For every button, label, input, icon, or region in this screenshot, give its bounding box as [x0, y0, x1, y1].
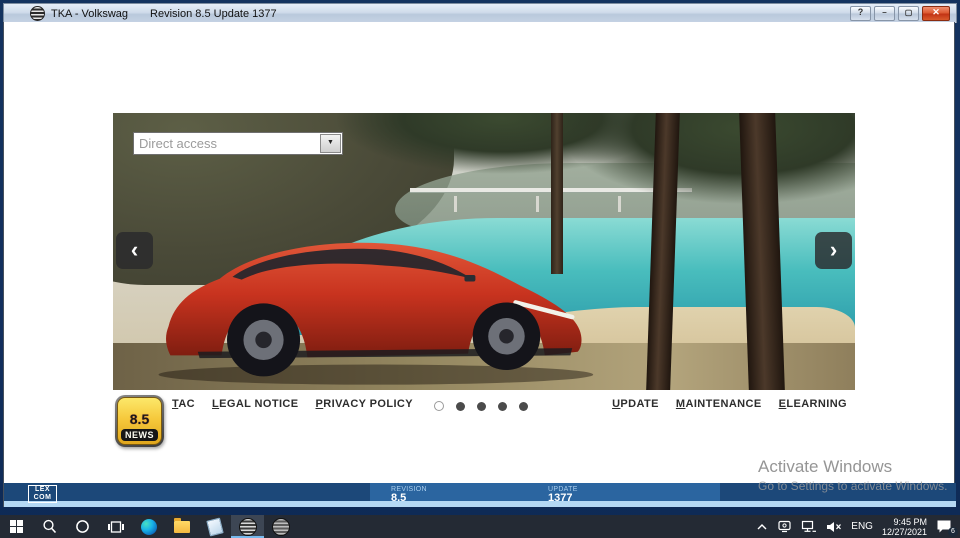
news-badge-version: 8.5: [129, 411, 150, 427]
volume-muted-icon[interactable]: [826, 521, 842, 533]
carousel-dot[interactable]: [498, 401, 507, 411]
car-image: [158, 242, 593, 385]
action-center-button[interactable]: 6: [936, 519, 958, 537]
task-view-button[interactable]: [99, 515, 132, 538]
etka-icon: [238, 517, 257, 536]
file-explorer-button[interactable]: [165, 515, 198, 538]
help-button[interactable]: ?: [850, 6, 871, 21]
link-legal-notice[interactable]: LEGAL NOTICE: [212, 398, 299, 410]
taskbar-clock[interactable]: 9:45 PM 12/27/2021: [882, 517, 927, 537]
carousel-dot[interactable]: [477, 401, 486, 411]
chevron-down-icon[interactable]: ▼: [320, 134, 341, 153]
task-view-icon: [107, 520, 124, 533]
notification-count-badge: 6: [948, 526, 958, 537]
start-button[interactable]: [0, 515, 33, 538]
link-elearning[interactable]: ELEARNING: [779, 398, 847, 410]
carousel-dot[interactable]: [456, 401, 465, 411]
window-titlebar[interactable]: TKA - Volkswag Revision 8.5 Update 1377 …: [3, 3, 957, 23]
desktop: TKA - Volkswag Revision 8.5 Update 1377 …: [0, 0, 960, 538]
activate-windows-watermark-sub: Go to Settings to activate Windows.: [758, 479, 948, 493]
cortana-button[interactable]: [66, 515, 99, 538]
update-value: 1377: [548, 492, 573, 504]
etka-app-button[interactable]: [264, 515, 297, 538]
hero-carousel: Direct access ▼ ‹ ›: [113, 113, 855, 390]
revision-value: 8.5: [391, 492, 407, 504]
carousel-dot[interactable]: [434, 401, 444, 411]
carousel-dot[interactable]: [519, 401, 528, 411]
maximize-button[interactable]: ▢: [898, 6, 919, 21]
lexcom-logo: LEX COM: [28, 485, 57, 503]
footer-links-left: TAC LEGAL NOTICE PRIVACY POLICY: [172, 398, 413, 410]
notes-app-button[interactable]: [198, 515, 231, 538]
carousel-next-button[interactable]: ›: [815, 232, 852, 269]
network-icon[interactable]: [801, 520, 817, 533]
etka-icon: [271, 517, 290, 536]
news-badge-label: NEWS: [121, 429, 158, 441]
link-update[interactable]: UPDATE: [612, 398, 659, 410]
chevron-left-icon: ‹: [130, 237, 139, 262]
news-badge[interactable]: 8.5 NEWS: [115, 395, 164, 447]
status-bar-stripe: [4, 501, 956, 507]
cortana-icon: [76, 520, 89, 533]
revision-status: REVISION 8.5: [391, 485, 427, 504]
direct-access-value[interactable]: Direct access: [134, 134, 320, 153]
footer-links-right: UPDATE MAINTENANCE ELEARNING: [612, 398, 847, 410]
language-indicator[interactable]: ENG: [851, 521, 873, 532]
activate-windows-watermark: Activate Windows: [758, 457, 893, 476]
carousel-dots: [434, 401, 528, 411]
window-title-app: TKA - Volkswag: [51, 7, 129, 20]
minimize-button[interactable]: –: [874, 6, 895, 21]
notepad-icon: [205, 517, 224, 536]
clock-date: 12/27/2021: [881, 526, 927, 537]
edge-icon: [140, 518, 157, 535]
taskbar: ENG 9:45 PM 12/27/2021 6: [0, 515, 960, 538]
app-logo-icon: [30, 6, 45, 21]
chevron-right-icon: ›: [829, 237, 838, 262]
edge-button[interactable]: [132, 515, 165, 538]
search-button[interactable]: [33, 515, 66, 538]
link-privacy-policy[interactable]: PRIVACY POLICY: [316, 398, 414, 410]
device-tray-icon[interactable]: [777, 520, 792, 533]
search-icon: [43, 519, 57, 534]
link-tac[interactable]: TAC: [172, 398, 195, 410]
tray-expand-chevron-icon[interactable]: [756, 523, 768, 531]
system-tray: ENG 9:45 PM 12/27/2021 6: [756, 517, 960, 537]
update-status: UPDATE 1377: [548, 485, 578, 504]
link-maintenance[interactable]: MAINTENANCE: [676, 398, 762, 410]
close-button[interactable]: ✕: [922, 6, 950, 21]
folder-icon: [173, 517, 190, 533]
direct-access-dropdown[interactable]: Direct access ▼: [133, 132, 343, 155]
clock-time: 9:45 PM: [893, 516, 927, 527]
windows-logo-icon: [10, 520, 23, 533]
window-title-revision: Revision 8.5 Update 1377: [150, 7, 277, 20]
etka-app-button-active[interactable]: [231, 515, 264, 538]
carousel-prev-button[interactable]: ‹: [116, 232, 153, 269]
